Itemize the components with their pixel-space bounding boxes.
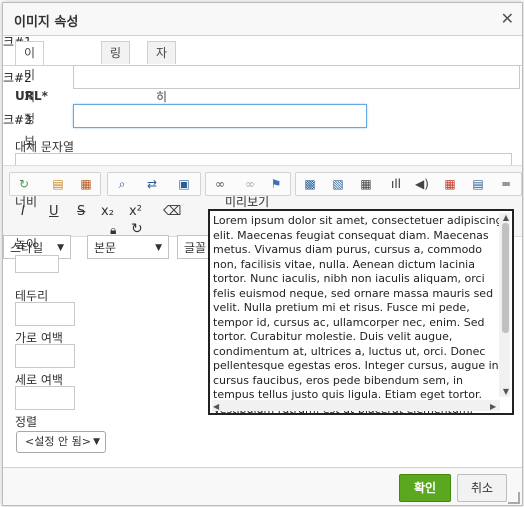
flash-icon: ▧ [332, 177, 344, 191]
hspace-input[interactable] [15, 344, 75, 368]
tab-link[interactable]: 링크 [101, 41, 131, 82]
background-format-label: 본문 [94, 241, 117, 255]
paste-word-icon: ▦ [80, 177, 92, 191]
dialog-titlebar[interactable]: 이미지 속성 ✕ [3, 3, 522, 36]
preview-label: 미리보기 [225, 195, 270, 209]
dialog-title: 이미지 속성 [14, 15, 79, 30]
scroll-left-icon[interactable]: ◀ [213, 402, 219, 411]
width-label: 너비 [15, 195, 38, 209]
scroll-down-icon[interactable]: ▼ [503, 387, 509, 396]
background-fragment: 크#3 [3, 113, 32, 127]
chevron-down-icon: ▼ [155, 243, 162, 253]
align-select[interactable]: <설정 안 됨> ▼ [16, 431, 106, 453]
background-font-label: 글꼴 [184, 241, 207, 255]
background-fragment: 크#2 [3, 71, 32, 85]
height-label: 높이 [15, 237, 38, 251]
tab-advanced[interactable]: 자세히 [147, 41, 177, 104]
toolbar-group: ⌕ ⇄ ▣ [107, 172, 201, 196]
align-label: 정렬 [15, 415, 38, 429]
ok-button[interactable]: 확인 [399, 474, 451, 502]
underline-icon: U [49, 204, 59, 219]
find-icon: ⌕ [118, 177, 126, 191]
image-icon: ▩ [304, 177, 316, 191]
align-select-value: <설정 안 됨> [25, 435, 91, 448]
strike-icon: S [77, 204, 86, 219]
chevron-down-icon: ▼ [93, 437, 100, 447]
alt-text-input[interactable] [15, 153, 512, 165]
replace-icon: ⇄ [146, 177, 158, 191]
audio-icon: ◀) [415, 177, 429, 191]
background-input [73, 65, 520, 89]
subscript-icon: x₂ [101, 204, 114, 219]
url-input[interactable] [73, 104, 367, 128]
special-char-icon: ▦ [444, 177, 456, 191]
scroll-up-icon[interactable]: ▲ [503, 213, 509, 222]
superscript-icon: x² [129, 204, 142, 219]
paste-icon: ▤ [52, 177, 64, 191]
background-format-combo: 본문 ▼ [87, 235, 169, 259]
chart-icon: ıll [390, 177, 401, 191]
preview-horizontal-scrollbar[interactable] [212, 400, 500, 411]
cancel-button[interactable]: 취소 [457, 474, 507, 502]
redo-icon: ↻ [18, 177, 30, 191]
link-icon: ∞ [215, 177, 225, 191]
preview-vertical-scroll-thumb[interactable] [502, 223, 509, 333]
remove-format-icon: ⌫ [163, 204, 182, 219]
tab-image-info[interactable]: 이미지 정보 [15, 41, 45, 148]
vspace-input[interactable] [15, 386, 75, 410]
scroll-right-icon[interactable]: ▶ [490, 402, 496, 411]
dialog-footer: 확인 취소 [3, 467, 522, 505]
height-input[interactable] [15, 255, 59, 273]
unlink-icon: ∞ [245, 177, 255, 191]
table-icon: ▦ [360, 177, 372, 191]
toolbar-group: ▩ ▧ ▦ ıll ◀) ▦ ▤ ═ [295, 172, 522, 196]
url-label: URL* [15, 89, 48, 103]
select-all-icon: ▣ [178, 177, 190, 191]
horizontal-line-icon: ═ [502, 177, 510, 191]
anchor-icon: ⚑ [270, 177, 282, 191]
resize-handle-icon[interactable] [508, 492, 520, 504]
preview-text: Lorem ipsum dolor sit amet, consectetuer… [213, 214, 503, 413]
border-input[interactable] [15, 302, 75, 326]
close-icon[interactable]: ✕ [501, 9, 514, 28]
image-properties-dialog: 이미지 속성 ✕ 크#1 이미지 정보 링크 자세히 크#2 URL* 크#3 … [2, 2, 523, 506]
page-break-icon: ▤ [472, 177, 484, 191]
preview-box: Lorem ipsum dolor sit amet, consectetuer… [208, 209, 514, 415]
